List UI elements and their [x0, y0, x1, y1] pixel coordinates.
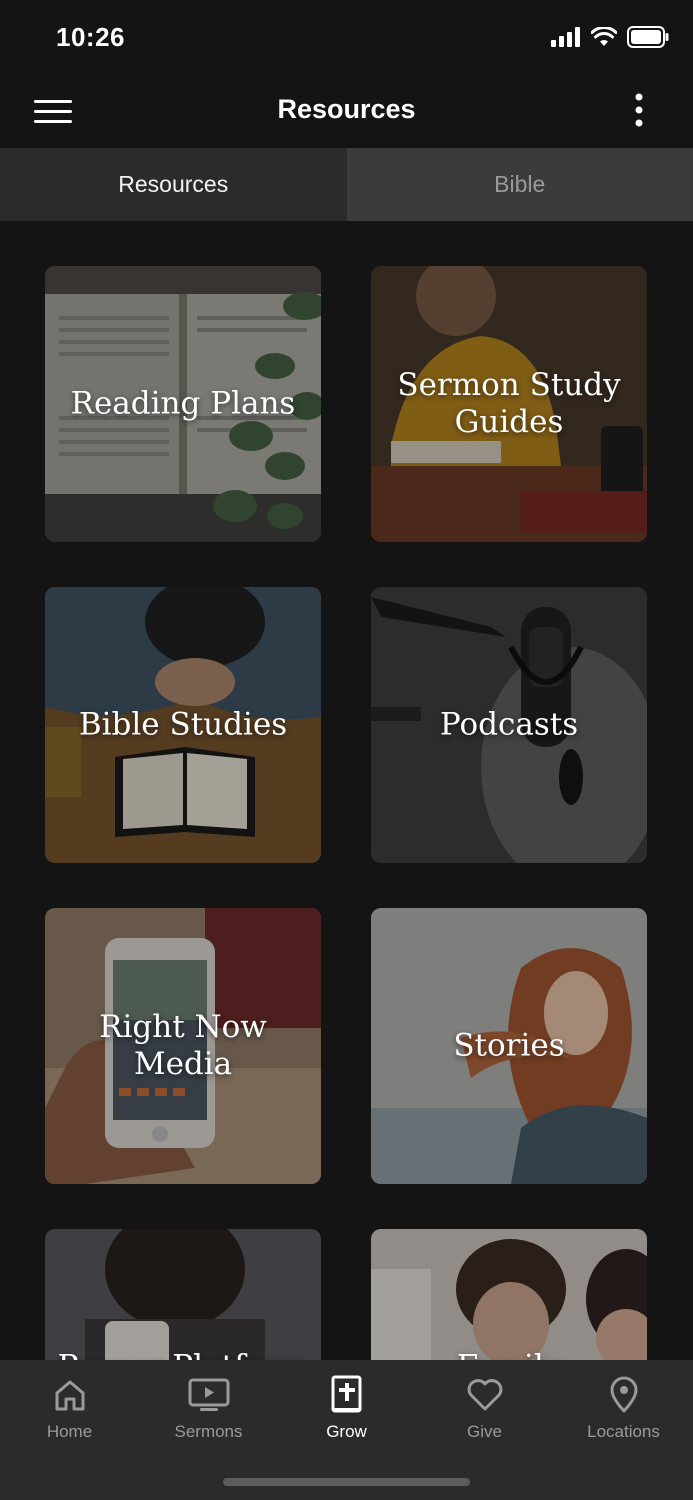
home-icon [55, 1380, 84, 1411]
card-label: Family [371, 1349, 647, 1361]
tv-play-icon [188, 1378, 229, 1411]
card-label: Right Now Media [99, 1009, 267, 1082]
bible-cross-icon [331, 1375, 361, 1413]
card-label: Reading Plans [70, 385, 296, 422]
tab-label: Give [467, 1422, 502, 1441]
segment-tabs: Resources Bible [0, 148, 693, 221]
card-prayer-platform[interactable]: Prayer Platform [45, 1229, 321, 1360]
tab-locations[interactable]: Locations [554, 1374, 693, 1442]
more-options-button[interactable] [621, 92, 657, 132]
status-time: 10:26 [56, 22, 125, 52]
heart-icon [467, 1379, 502, 1411]
more-vertical-icon [635, 93, 643, 127]
card-label: Stories [453, 1027, 565, 1064]
tab-sermons[interactable]: Sermons [139, 1374, 278, 1442]
card-podcasts[interactable]: Podcasts [371, 587, 647, 863]
card-label: Bible Studies [78, 706, 288, 743]
card-reading-plans[interactable]: Reading Plans [45, 266, 321, 542]
home-indicator [223, 1478, 470, 1486]
card-family[interactable]: Family [371, 1229, 647, 1360]
card-label: Prayer Platform [45, 1349, 321, 1361]
wifi-icon [591, 27, 617, 46]
map-pin-icon [610, 1376, 637, 1413]
card-image-family [371, 1229, 647, 1360]
status-icons [551, 26, 669, 48]
tab-give[interactable]: Give [415, 1374, 554, 1442]
tab-resources[interactable]: Resources [0, 148, 347, 221]
card-stories[interactable]: Stories [371, 908, 647, 1184]
card-right-now-media[interactable]: Right Now Media [45, 908, 321, 1184]
tab-bible[interactable]: Bible [346, 148, 693, 221]
resources-grid: Reading Plans Sermon Study Guides Bible … [0, 221, 693, 1360]
card-bible-studies[interactable]: Bible Studies [45, 587, 321, 863]
tab-label: Home [46, 1422, 93, 1441]
tab-grow[interactable]: Grow [277, 1374, 416, 1442]
card-label: Podcasts [439, 706, 579, 743]
tab-label: Sermons [174, 1422, 243, 1441]
card-image-prayer-platform [45, 1229, 321, 1360]
app-bar: Resources [0, 80, 693, 148]
tab-label: Grow [326, 1422, 367, 1441]
page-title: Resources [277, 94, 416, 124]
tab-home[interactable]: Home [0, 1374, 139, 1442]
card-sermon-study-guides[interactable]: Sermon Study Guides [371, 266, 647, 542]
card-label: Sermon Study Guides [397, 367, 621, 440]
tab-label: Locations [587, 1422, 660, 1441]
status-bar: 10:26 [0, 0, 693, 80]
cellular-signal-icon [551, 27, 580, 47]
battery-icon [627, 26, 669, 48]
